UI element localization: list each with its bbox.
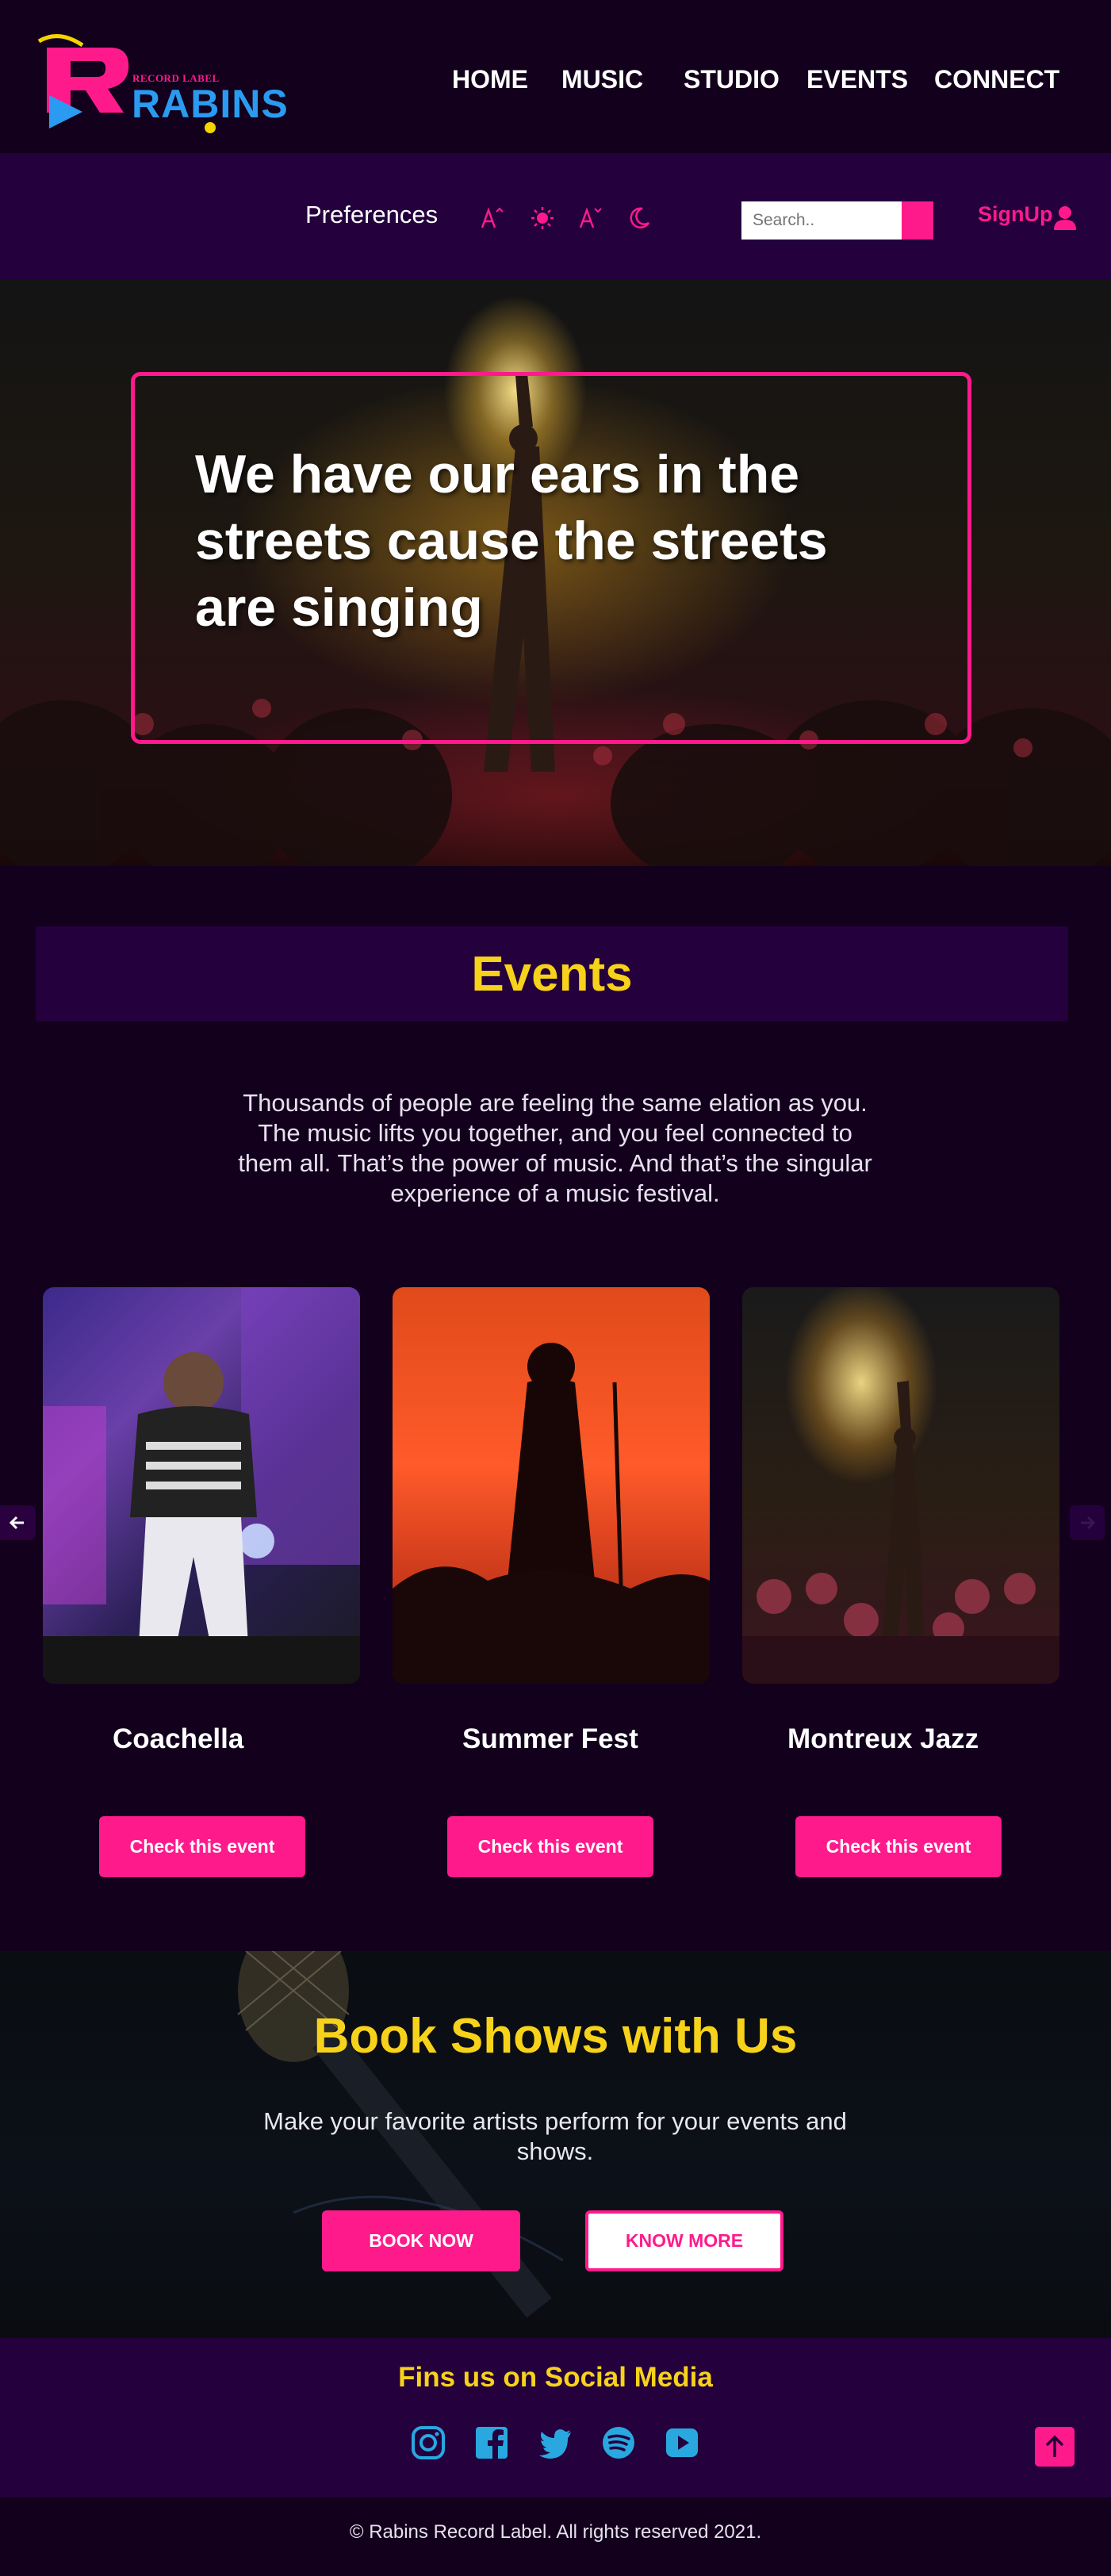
book-shows-title: Book Shows with Us bbox=[313, 2009, 798, 2064]
nav-connect[interactable]: CONNECT bbox=[934, 65, 1059, 94]
youtube-icon[interactable] bbox=[665, 2425, 699, 2460]
book-now-button[interactable]: BOOK NOW bbox=[322, 2210, 520, 2271]
arrow-up-icon bbox=[1045, 2435, 1064, 2457]
nav-home[interactable]: HOME bbox=[452, 65, 528, 94]
hero-frame: We have our ears in the streets cause th… bbox=[131, 372, 971, 744]
search-button[interactable] bbox=[902, 201, 933, 240]
know-more-button[interactable]: KNOW MORE bbox=[585, 2210, 783, 2271]
check-summer-fest-button[interactable]: Check this event bbox=[447, 1816, 653, 1877]
book-shows-description: Make your favorite artists perform for y… bbox=[263, 2107, 847, 2165]
nav-events[interactable]: EVENTS bbox=[806, 65, 908, 94]
nav-studio[interactable]: STUDIO bbox=[684, 65, 780, 94]
logo-mark-icon bbox=[37, 34, 129, 128]
site-header: RECORD LABEL RABINS HOME MUSIC STUDIO EV… bbox=[0, 0, 1111, 153]
signup-link[interactable]: SignUp bbox=[978, 202, 1053, 227]
preferences-label: Preferences bbox=[305, 201, 439, 228]
logo[interactable]: RECORD LABEL RABINS bbox=[35, 33, 288, 136]
logo-wordmark: RABINS bbox=[132, 82, 289, 126]
book-shows-section: Book Shows with Us Make your favorite ar… bbox=[0, 1951, 1111, 2338]
instagram-icon[interactable] bbox=[411, 2425, 446, 2460]
font-decrease-icon[interactable] bbox=[577, 205, 603, 231]
montreux-jazz-image[interactable] bbox=[742, 1287, 1059, 1684]
social-title: Fins us on Social Media bbox=[398, 2362, 713, 2393]
back-to-top-button[interactable] bbox=[1035, 2427, 1075, 2467]
brightness-icon[interactable] bbox=[530, 205, 555, 231]
nav-music[interactable]: MUSIC bbox=[561, 65, 643, 94]
events-description: Thousands of people are feeling the same… bbox=[238, 1089, 872, 1207]
user-icon[interactable] bbox=[1053, 205, 1077, 231]
search-input[interactable] bbox=[741, 201, 902, 240]
summer-fest-title: Summer Fest bbox=[462, 1723, 638, 1754]
hero-banner: We have our ears in the streets cause th… bbox=[0, 280, 1111, 866]
carousel-prev-arrow-icon[interactable] bbox=[0, 1505, 35, 1540]
montreux-jazz-title: Montreux Jazz bbox=[787, 1723, 979, 1754]
events-title: Events bbox=[471, 947, 633, 1002]
hero-title: We have our ears in the streets cause th… bbox=[195, 444, 828, 638]
coachella-image[interactable] bbox=[43, 1287, 360, 1684]
social-section: Fins us on Social Media bbox=[0, 2338, 1111, 2497]
logo-dot bbox=[205, 122, 216, 133]
font-increase-icon[interactable] bbox=[479, 205, 504, 231]
site-footer: © Rabins Record Label. All rights reserv… bbox=[0, 2497, 1111, 2576]
dark-mode-icon[interactable] bbox=[626, 205, 652, 231]
coachella-title: Coachella bbox=[113, 1723, 244, 1754]
twitter-icon[interactable] bbox=[538, 2425, 573, 2460]
facebook-icon[interactable] bbox=[474, 2425, 509, 2460]
carousel-next-arrow-icon[interactable] bbox=[1070, 1505, 1105, 1540]
check-montreux-jazz-button[interactable]: Check this event bbox=[795, 1816, 1002, 1877]
events-header: Events bbox=[36, 926, 1068, 1022]
preferences-bar: Preferences SignUp bbox=[0, 153, 1111, 280]
copyright-text: © Rabins Record Label. All rights reserv… bbox=[349, 2521, 762, 2543]
check-coachella-button[interactable]: Check this event bbox=[99, 1816, 305, 1877]
spotify-icon[interactable] bbox=[601, 2425, 636, 2460]
summer-fest-image[interactable] bbox=[393, 1287, 710, 1684]
